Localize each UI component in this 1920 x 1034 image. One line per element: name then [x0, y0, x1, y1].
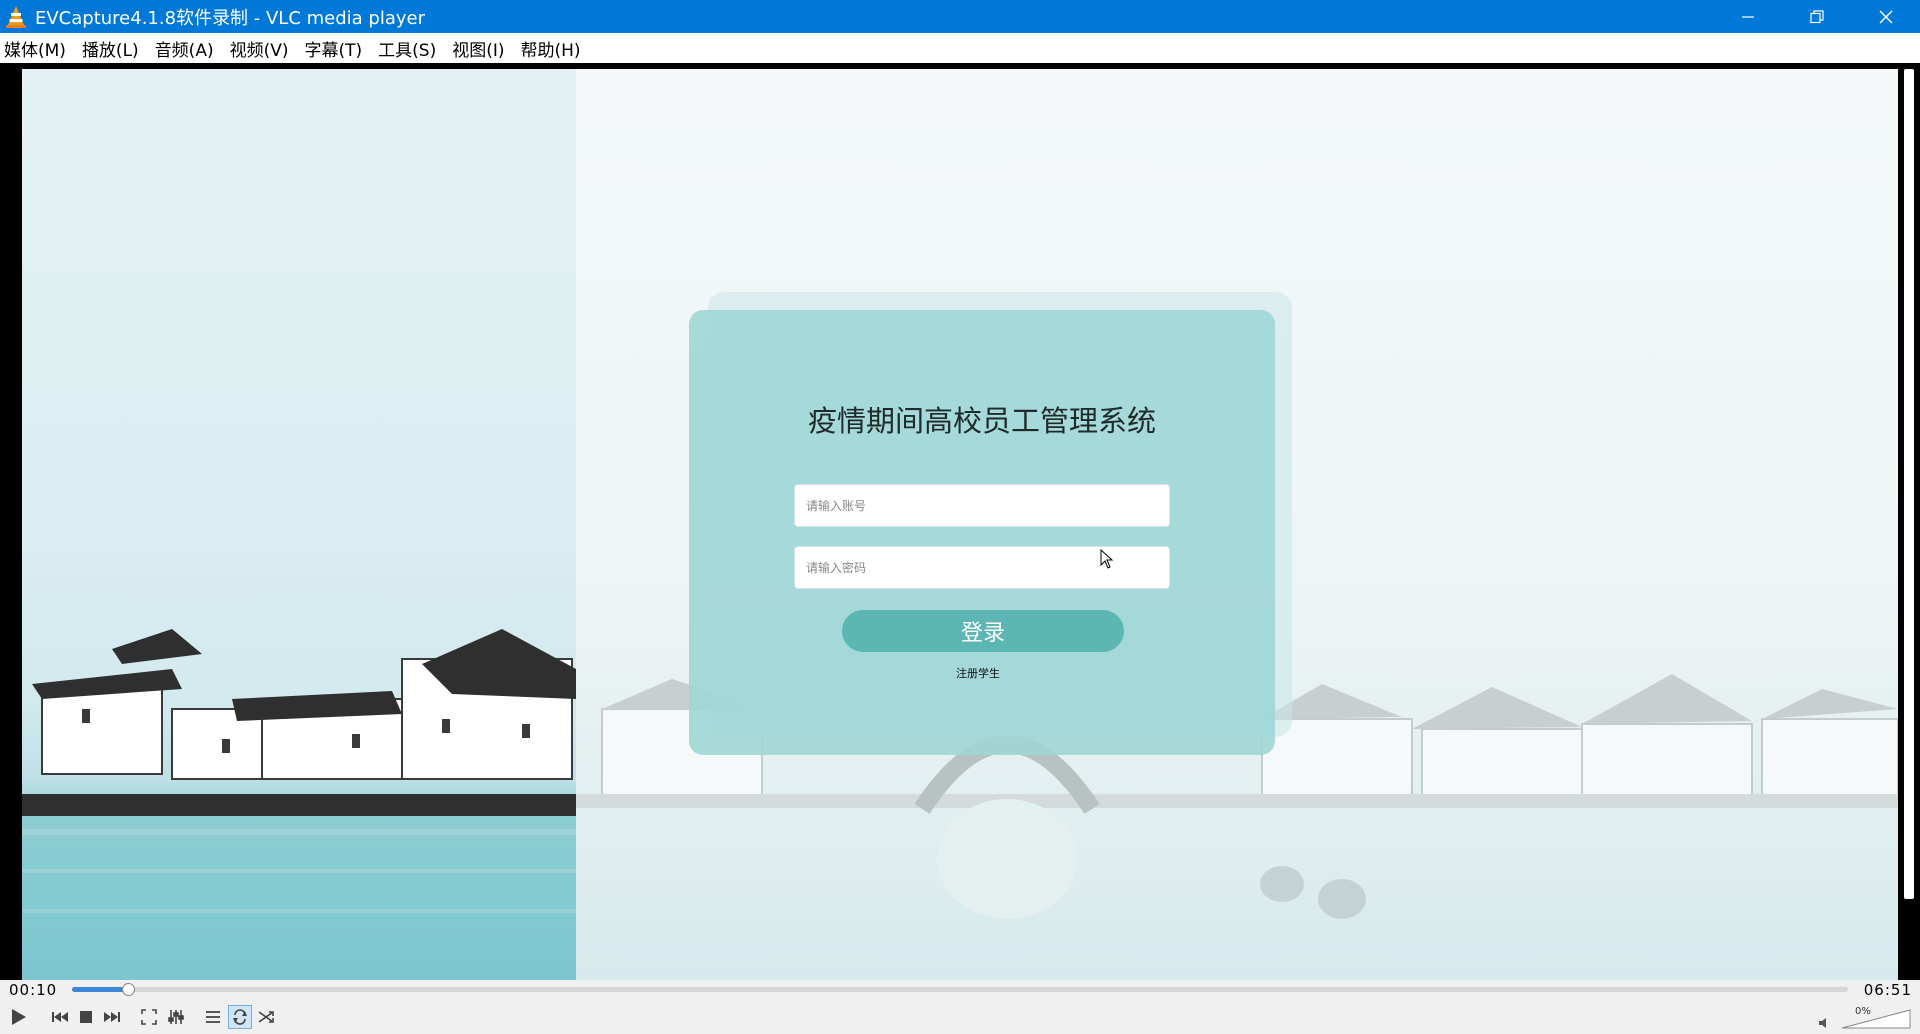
- system-title: 疫情期间高校员工管理系统: [807, 404, 1156, 438]
- mouse-cursor-icon: [1100, 549, 1114, 569]
- play-icon: [12, 1009, 26, 1025]
- register-student-link[interactable]: 注册学生: [689, 665, 1267, 681]
- shuffle-icon: [258, 1011, 274, 1023]
- menu-audio[interactable]: 音频(A): [155, 36, 214, 61]
- menu-subtitle[interactable]: 字幕(T): [305, 36, 363, 61]
- menu-tools[interactable]: 工具(S): [378, 36, 436, 61]
- menu-help[interactable]: 帮助(H): [521, 36, 581, 61]
- username-input[interactable]: [794, 484, 1170, 527]
- volume-slider[interactable]: [1840, 1008, 1912, 1030]
- volume-level: 0%: [1855, 1006, 1871, 1017]
- elapsed-time: 00:10: [9, 981, 58, 999]
- skip-back-icon: [52, 1012, 68, 1022]
- video-frame: 疫情期间高校员工管理系统 登录 注册学生: [22, 69, 1898, 980]
- player-controls: 00:10 06:51: [0, 980, 1920, 1034]
- equalizer-icon: [168, 1010, 184, 1024]
- login-button[interactable]: 登录: [842, 610, 1124, 652]
- seek-handle[interactable]: [122, 983, 135, 996]
- loop-button[interactable]: [228, 1005, 252, 1029]
- restore-button[interactable]: [1782, 0, 1851, 33]
- close-icon: [1879, 10, 1892, 23]
- playlist-button[interactable]: [201, 1005, 225, 1029]
- menu-media[interactable]: 媒体(M): [4, 36, 66, 61]
- previous-button[interactable]: [48, 1005, 72, 1029]
- skip-forward-icon: [104, 1012, 120, 1022]
- speaker-icon[interactable]: [1818, 1017, 1832, 1029]
- total-time: 06:51: [1863, 981, 1912, 999]
- seek-progress: [72, 987, 128, 992]
- menu-view[interactable]: 视图(I): [452, 36, 504, 61]
- playlist-icon: [206, 1011, 220, 1023]
- video-right-edge: [1898, 63, 1920, 980]
- play-button[interactable]: [6, 1005, 30, 1029]
- fullscreen-button[interactable]: [137, 1005, 161, 1029]
- login-card: 疫情期间高校员工管理系统 登录 注册学生: [689, 310, 1275, 755]
- next-button[interactable]: [100, 1005, 124, 1029]
- menu-video[interactable]: 视频(V): [230, 36, 289, 61]
- close-button[interactable]: [1851, 0, 1920, 33]
- fullscreen-icon: [141, 1009, 157, 1025]
- minimize-icon: [1741, 15, 1754, 18]
- stop-icon: [80, 1011, 92, 1023]
- loop-icon: [233, 1009, 247, 1025]
- seek-bar[interactable]: [72, 983, 1848, 996]
- menu-playback[interactable]: 播放(L): [82, 36, 139, 61]
- window-title: EVCapture4.1.8软件录制 - VLC media player: [35, 7, 425, 29]
- vlc-cone-icon: [6, 5, 26, 28]
- restore-icon: [1809, 9, 1824, 23]
- extended-settings-button[interactable]: [164, 1005, 188, 1029]
- stop-button[interactable]: [74, 1005, 98, 1029]
- minimize-button[interactable]: [1713, 0, 1782, 33]
- video-frame-edge: [1904, 69, 1914, 899]
- video-area[interactable]: 疫情期间高校员工管理系统 登录 注册学生: [0, 63, 1920, 980]
- menu-bar: 媒体(M) 播放(L) 音频(A) 视频(V) 字幕(T) 工具(S) 视图(I…: [0, 33, 1920, 63]
- title-bar: EVCapture4.1.8软件录制 - VLC media player: [0, 0, 1920, 33]
- shuffle-button[interactable]: [254, 1005, 278, 1029]
